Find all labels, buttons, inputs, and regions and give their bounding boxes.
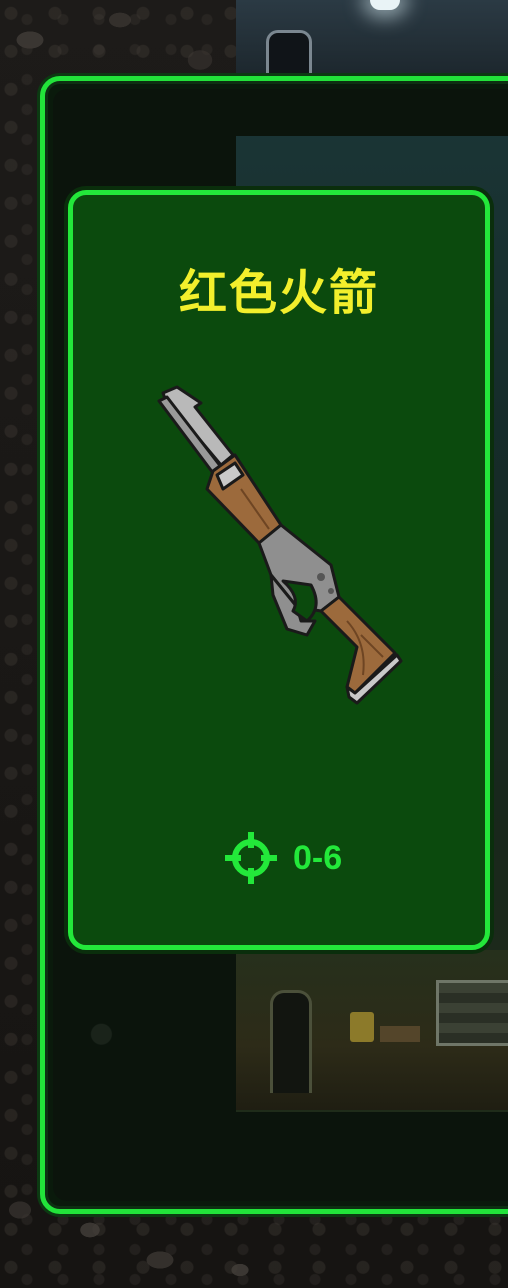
damage-value: 0-6 <box>293 838 343 877</box>
weapon-card[interactable]: 红色火箭 0-6 <box>68 190 490 950</box>
damage-stat: 0-6 <box>223 831 342 885</box>
game-screen: 红色火箭 0-6 <box>0 0 508 1288</box>
lever-action-rifle-icon <box>157 385 403 705</box>
room-table <box>380 1026 420 1042</box>
room-door <box>270 990 312 1093</box>
crosshair-icon <box>225 832 277 884</box>
weapon-name: 红色火箭 <box>178 265 379 321</box>
bunk-bed <box>436 980 508 1046</box>
room-chair <box>350 1012 374 1042</box>
